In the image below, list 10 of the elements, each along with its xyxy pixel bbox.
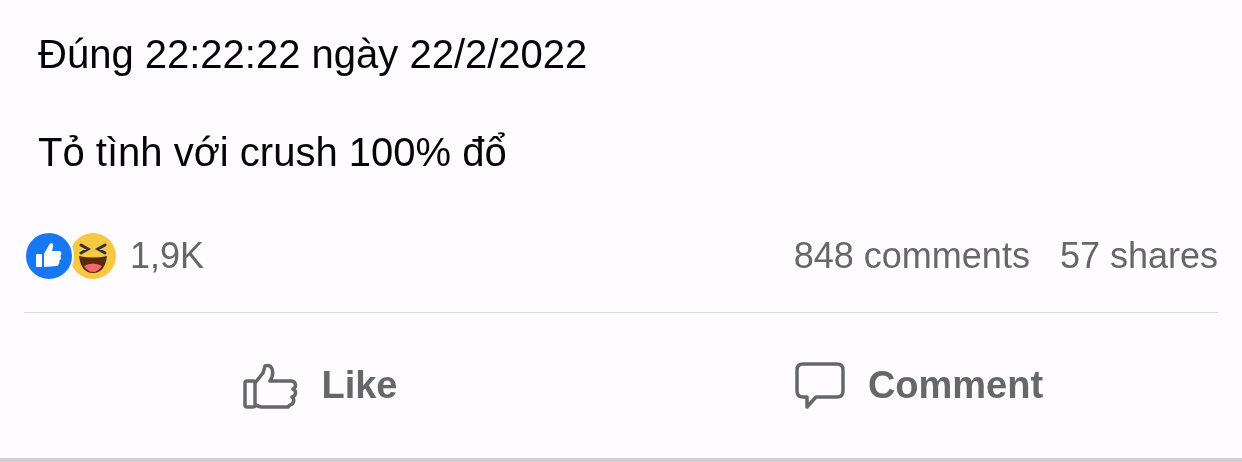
post-text: Đúng 22:22:22 ngày 22/2/2022 bbox=[38, 31, 589, 78]
like-reaction-icon bbox=[24, 231, 74, 281]
reaction-count[interactable]: 1,9K bbox=[130, 229, 205, 283]
thumbs-up-icon bbox=[243, 362, 300, 409]
comments-count[interactable]: 848 comments bbox=[793, 229, 1030, 283]
post-text: Tỏ tình với crush 100% đổ bbox=[38, 129, 508, 176]
comment-button[interactable]: Comment bbox=[793, 357, 1044, 414]
speech-bubble-icon bbox=[793, 360, 846, 411]
shares-count[interactable]: 57 shares bbox=[1059, 229, 1218, 283]
like-button[interactable]: Like bbox=[243, 357, 398, 414]
